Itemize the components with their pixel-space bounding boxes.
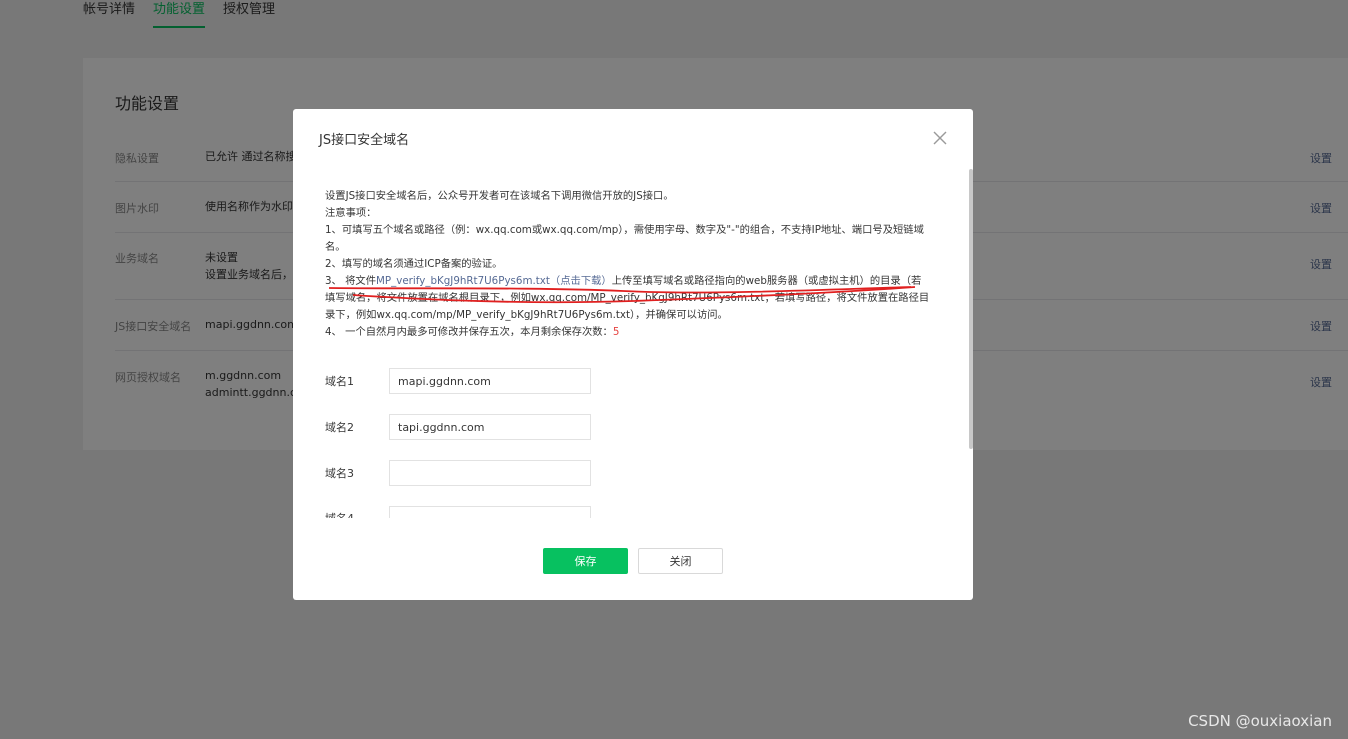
note-2: 2、填写的域名须通过ICP备案的验证。: [325, 258, 503, 270]
dialog-title: JS接口安全域名: [319, 133, 410, 148]
close-button[interactable]: 关闭: [638, 548, 723, 574]
note-4: 4、 一个自然月内最多可修改并保存五次，本月剩余保存次数：5: [325, 324, 931, 341]
scroll-clip-area: [293, 518, 953, 538]
dialog-scrollbar[interactable]: [969, 169, 973, 449]
remaining-count: 5: [612, 326, 620, 338]
save-button[interactable]: 保存: [543, 548, 628, 574]
note-3-prefix: 3、 将文件: [325, 275, 377, 287]
verify-file-download-link[interactable]: MP_verify_bKgJ9hRt7U6Pys6m.txt（点击下载）: [376, 275, 612, 287]
domain-2-label: 域名2: [325, 421, 354, 434]
note-3: 3、 将文件MP_verify_bKgJ9hRt7U6Pys6m.txt（点击下…: [325, 273, 931, 324]
domain-2-input[interactable]: [389, 414, 591, 440]
csdn-watermark: CSDN @ouxiaoxian: [1188, 712, 1332, 730]
note-4-text: 4、 一个自然月内最多可修改并保存五次，本月剩余保存次数：: [325, 326, 613, 338]
domain-1-label: 域名1: [325, 375, 354, 388]
domain-3-input[interactable]: [389, 460, 591, 486]
note-1: 1、可填写五个域名或路径（例：wx.qq.com或wx.qq.com/mp），需…: [325, 224, 924, 253]
intro-text: 设置JS接口安全域名后，公众号开发者可在该域名下调用微信开放的JS接口。: [325, 190, 674, 202]
close-icon[interactable]: [931, 129, 949, 147]
domain-1-input[interactable]: [389, 368, 591, 394]
domain-3-label: 域名3: [325, 467, 354, 480]
js-domain-dialog: JS接口安全域名 设置JS接口安全域名后，公众号开发者可在该域名下调用微信开放的…: [293, 109, 973, 600]
notes-block: 设置JS接口安全域名后，公众号开发者可在该域名下调用微信开放的JS接口。 注意事…: [325, 188, 931, 341]
notes-heading: 注意事项：: [325, 207, 377, 219]
